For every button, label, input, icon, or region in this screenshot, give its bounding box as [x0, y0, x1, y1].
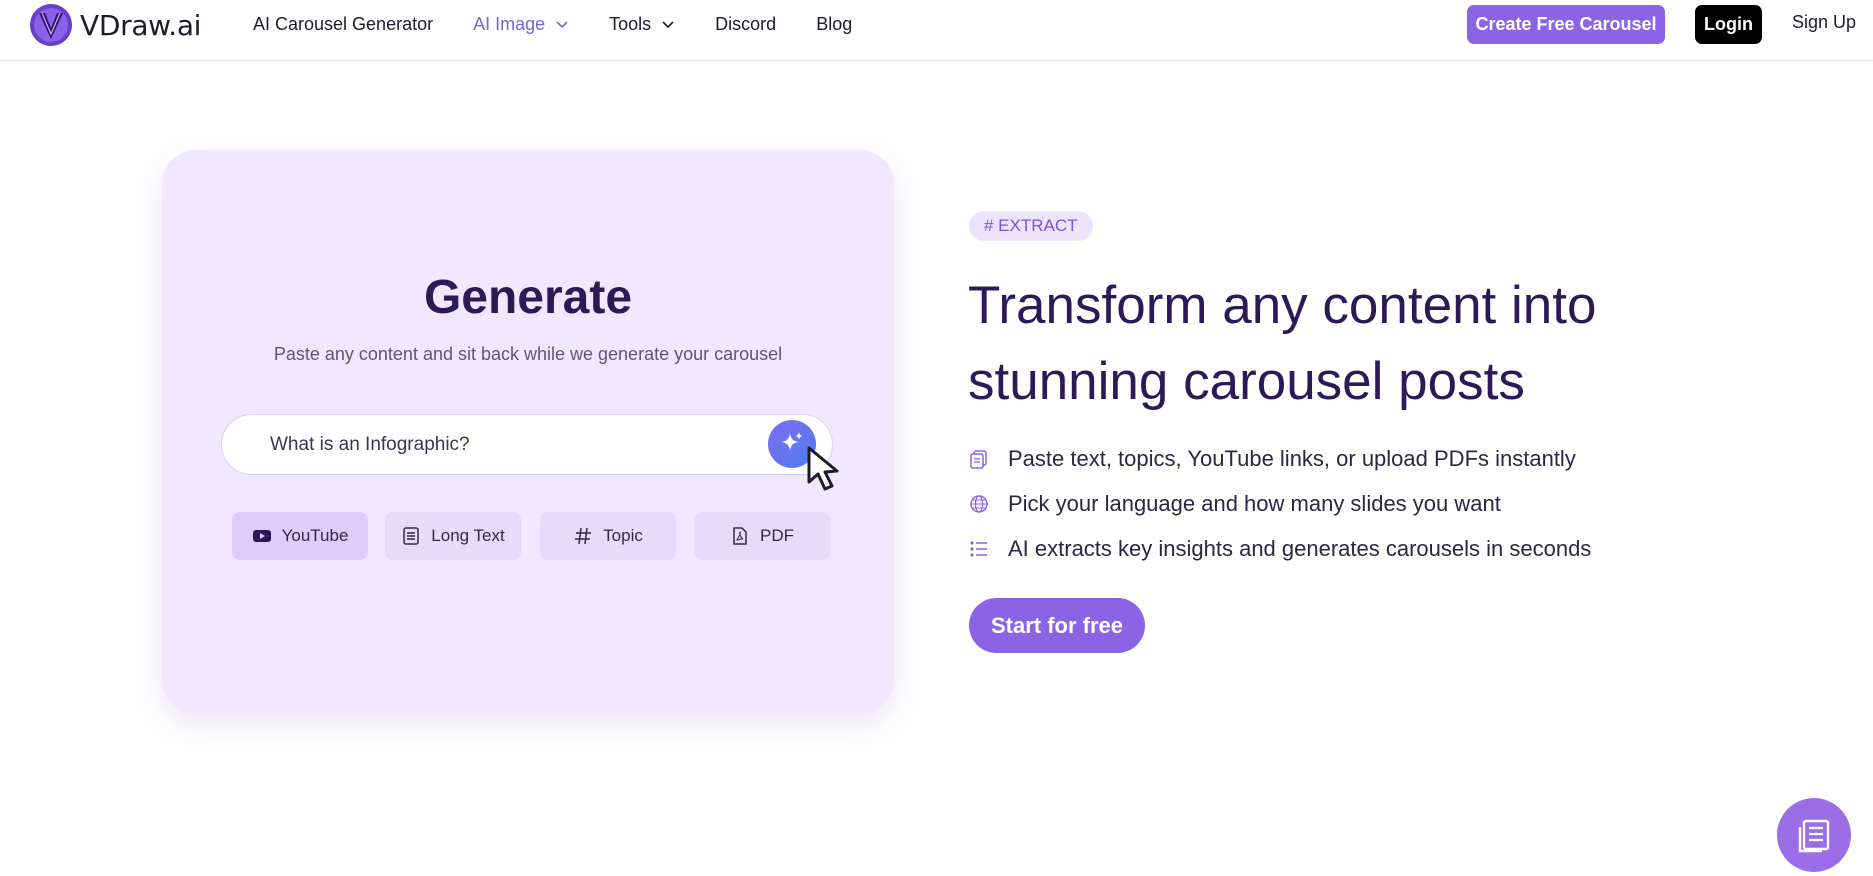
nav-ai-image-dropdown[interactable]: AI Image: [473, 14, 569, 35]
source-type-label: Long Text: [431, 526, 505, 545]
create-free-carousel-button[interactable]: Create Free Carousel: [1467, 5, 1665, 44]
headline-line-2: stunning carousel posts: [968, 352, 1525, 411]
chevron-down-icon: [556, 21, 568, 29]
source-type-pdf[interactable]: PDF: [694, 512, 830, 560]
top-navigation: VDraw.ai AI Carousel Generator AI Image …: [0, 0, 1873, 61]
source-type-youtube[interactable]: YouTube: [232, 512, 368, 560]
brand-home-link[interactable]: VDraw.ai: [30, 4, 201, 46]
feature-item: Paste text, topics, YouTube links, or up…: [968, 436, 1591, 481]
vdraw-logo-icon: [30, 4, 72, 46]
extract-badge: # EXTRACT: [969, 211, 1093, 241]
feature-list: Paste text, topics, YouTube links, or up…: [968, 436, 1591, 571]
globe-icon: [968, 493, 990, 515]
nav-discord[interactable]: Discord: [715, 14, 776, 35]
nav-label: Blog: [816, 13, 853, 34]
pdf-icon: [733, 527, 747, 545]
feature-item: AI extracts key insights and generates c…: [968, 526, 1591, 571]
feature-text: AI extracts key insights and generates c…: [1008, 535, 1592, 561]
floating-document-button[interactable]: [1777, 798, 1851, 872]
nav-ai-carousel-generator[interactable]: AI Carousel Generator: [253, 14, 433, 35]
nav-label: AI Image: [473, 13, 546, 34]
main-menu: AI Carousel Generator AI Image Tools Dis…: [253, 12, 892, 36]
brand-name: VDraw.ai: [80, 8, 202, 42]
generate-card: Generate Paste any content and sit back …: [162, 150, 894, 714]
nav-label: Discord: [715, 13, 777, 34]
nav-tools-dropdown[interactable]: Tools: [609, 14, 675, 35]
source-type-label: YouTube: [281, 526, 349, 545]
generate-title: Generate: [423, 271, 633, 324]
nav-label: AI Carousel Generator: [253, 13, 434, 34]
content-input-box: [221, 414, 833, 475]
document-icon: [1798, 819, 1830, 853]
hashtag-icon: [575, 527, 592, 545]
list-icon: [968, 538, 990, 560]
generate-subtitle: Paste any content and sit back while we …: [273, 344, 783, 364]
source-type-long-text[interactable]: Long Text: [385, 512, 521, 560]
login-button[interactable]: Login: [1695, 5, 1762, 44]
sign-up-link[interactable]: Sign Up: [1792, 12, 1856, 33]
feature-text: Pick your language and how many slides y…: [1008, 490, 1501, 516]
source-type-label: PDF: [760, 526, 794, 545]
hero-headline: Transform any content into stunning caro…: [968, 268, 1788, 420]
chevron-down-icon: [662, 21, 674, 29]
nav-blog[interactable]: Blog: [816, 14, 852, 35]
mouse-pointer-icon: [807, 446, 839, 491]
start-for-free-button[interactable]: Start for free: [969, 598, 1145, 653]
document-icon: [403, 527, 420, 545]
headline-line-1: Transform any content into: [968, 276, 1597, 335]
feature-item: Pick your language and how many slides y…: [968, 481, 1591, 526]
source-type-label: Topic: [603, 526, 643, 545]
feature-text: Paste text, topics, YouTube links, or up…: [1008, 445, 1576, 471]
source-type-topic[interactable]: Topic: [540, 512, 676, 560]
copy-icon: [968, 448, 990, 470]
youtube-icon: [252, 530, 271, 542]
content-input[interactable]: [270, 432, 710, 458]
nav-label: Tools: [609, 13, 652, 34]
